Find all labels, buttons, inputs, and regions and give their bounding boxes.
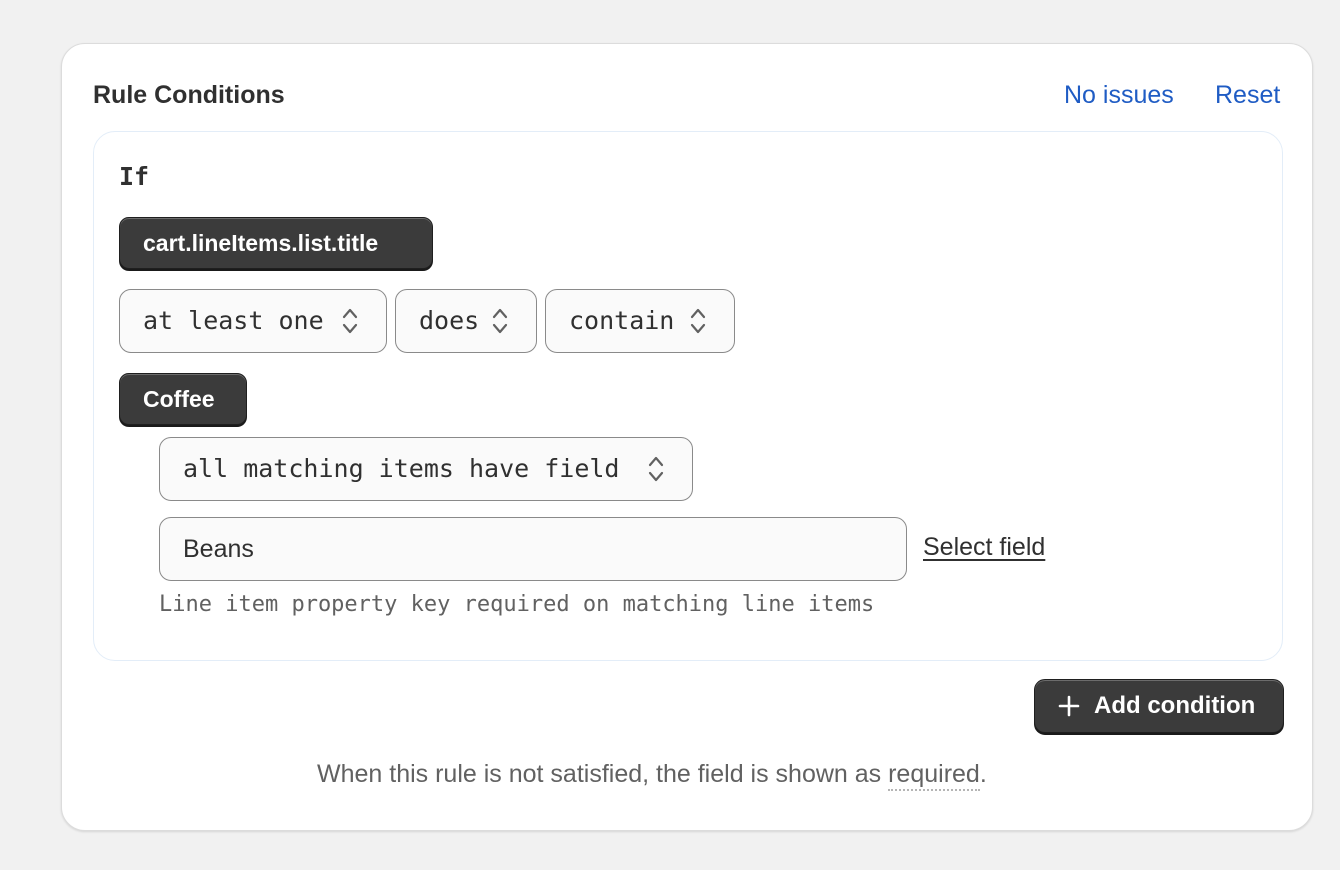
reset-link[interactable]: Reset bbox=[1215, 80, 1280, 110]
if-label: If bbox=[119, 162, 150, 191]
property-key-input[interactable]: Beans bbox=[159, 517, 907, 581]
plus-icon bbox=[1058, 695, 1080, 717]
property-key-help-text: Line item property key required on match… bbox=[159, 592, 875, 617]
quantifier-select[interactable]: at least one bbox=[119, 289, 387, 353]
quantifier-select-value: at least one bbox=[143, 306, 324, 335]
add-condition-button[interactable]: Add condition bbox=[1034, 679, 1284, 733]
select-field-link[interactable]: Select field bbox=[923, 532, 1045, 562]
match-mode-select[interactable]: all matching items have field bbox=[159, 437, 693, 501]
field-chip[interactable]: cart.lineItems.list.title bbox=[119, 217, 433, 269]
footer-note-prefix: When this rule is not satisfied, the fie… bbox=[317, 760, 889, 788]
chevron-up-down-icon bbox=[492, 308, 508, 334]
footer-note-suffix: . bbox=[979, 760, 987, 788]
chevron-up-down-icon bbox=[648, 456, 664, 482]
chevron-up-down-icon bbox=[690, 308, 706, 334]
match-mode-select-value: all matching items have field bbox=[183, 454, 620, 483]
card-title: Rule Conditions bbox=[93, 81, 285, 109]
negation-select[interactable]: does bbox=[395, 289, 537, 353]
negation-select-value: does bbox=[419, 306, 480, 335]
chevron-up-down-icon bbox=[342, 308, 358, 334]
operator-select-value: contain bbox=[569, 306, 675, 335]
no-issues-link[interactable]: No issues bbox=[1064, 80, 1174, 110]
footer-note: When this rule is not satisfied, the fie… bbox=[317, 758, 987, 791]
add-condition-label: Add condition bbox=[1094, 692, 1256, 719]
value-chip[interactable]: Coffee bbox=[119, 373, 247, 425]
condition-group: If cart.lineItems.list.title at least on… bbox=[93, 131, 1283, 661]
operator-select[interactable]: contain bbox=[545, 289, 735, 353]
required-term: required bbox=[888, 760, 980, 791]
rule-conditions-card: Rule Conditions No issues Reset If cart.… bbox=[61, 43, 1313, 831]
